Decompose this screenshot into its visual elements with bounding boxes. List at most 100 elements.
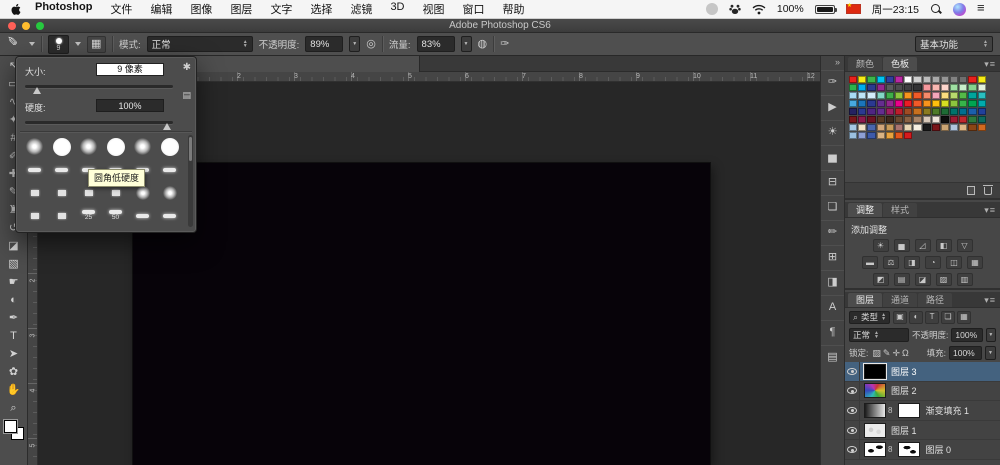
color-swatch[interactable] xyxy=(867,76,875,83)
brush-preset[interactable] xyxy=(21,204,48,227)
menubar-extra-icon[interactable] xyxy=(706,3,718,15)
blend-mode-select[interactable]: 正常 xyxy=(147,36,253,52)
wifi-icon[interactable] xyxy=(752,4,766,15)
menubar-app-icon[interactable] xyxy=(729,4,741,15)
layer-row[interactable]: 图层 2 xyxy=(845,382,1000,402)
color-swatch[interactable] xyxy=(932,116,940,123)
layer-opacity-dropdown-button[interactable] xyxy=(986,328,996,342)
color-swatch[interactable] xyxy=(941,116,949,123)
path-select-tool-icon[interactable]: ➤ xyxy=(2,345,26,363)
channel-mixer-icon[interactable]: ◫ xyxy=(946,256,962,269)
panel-menu-icon[interactable] xyxy=(984,295,996,306)
lock-paint-icon[interactable]: ✎ xyxy=(883,349,891,358)
color-swatch[interactable] xyxy=(913,116,921,123)
clone-source-panel-icon[interactable]: ❏ xyxy=(821,195,844,217)
color-swatch[interactable] xyxy=(932,100,940,107)
color-swatch[interactable] xyxy=(895,84,903,91)
notes-panel-icon[interactable]: ▤ xyxy=(821,345,844,367)
color-swatch[interactable] xyxy=(959,84,967,91)
adjust-light-panel-icon[interactable]: ☀ xyxy=(821,120,844,142)
actions-panel-icon[interactable]: ▶ xyxy=(821,95,844,117)
color-swatch[interactable] xyxy=(959,76,967,83)
color-swatch[interactable] xyxy=(932,92,940,99)
color-swatch[interactable] xyxy=(923,76,931,83)
document-canvas[interactable] xyxy=(133,163,710,465)
apple-logo-icon[interactable] xyxy=(10,3,21,16)
color-swatch[interactable] xyxy=(877,100,885,107)
menu-item-文字[interactable]: 文字 xyxy=(270,1,292,17)
eraser-tool-icon[interactable]: ◪ xyxy=(2,237,26,255)
brush-preset[interactable] xyxy=(156,135,183,158)
color-swatch[interactable] xyxy=(886,108,894,115)
eye-icon[interactable] xyxy=(847,407,857,414)
color-swatch[interactable] xyxy=(867,92,875,99)
color-swatch[interactable] xyxy=(959,116,967,123)
color-swatch[interactable] xyxy=(923,84,931,91)
panel-menu-icon[interactable] xyxy=(984,205,996,216)
menubar-clock[interactable]: 周一23:15 xyxy=(872,2,919,17)
color-swatch[interactable] xyxy=(941,92,949,99)
color-swatch[interactable] xyxy=(867,132,875,139)
menu-item-视图[interactable]: 视图 xyxy=(423,1,445,17)
type-tool-icon[interactable]: T xyxy=(2,327,26,345)
color-swatch[interactable] xyxy=(968,124,976,131)
input-source-flag-icon[interactable] xyxy=(846,4,861,14)
color-swatch[interactable] xyxy=(913,92,921,99)
new-swatch-icon[interactable] xyxy=(967,186,975,195)
menu-item-图层[interactable]: 图层 xyxy=(230,1,252,17)
color-swatch[interactable] xyxy=(904,100,912,107)
opacity-dropdown-button[interactable] xyxy=(349,36,360,52)
color-swatch[interactable] xyxy=(978,124,986,131)
brush-preset[interactable]: 50 xyxy=(102,204,129,227)
layer-visibility-cell[interactable] xyxy=(845,421,860,440)
layer-fill-field[interactable]: 100% xyxy=(949,346,982,360)
color-swatch[interactable] xyxy=(849,124,857,131)
paragraph-panel-icon[interactable]: ¶ xyxy=(821,320,844,342)
color-swatch[interactable] xyxy=(941,76,949,83)
layer-visibility-cell[interactable] xyxy=(845,440,860,459)
color-swatch[interactable] xyxy=(886,100,894,107)
flow-field[interactable]: 83% xyxy=(417,36,455,52)
layer-fill-dropdown-button[interactable] xyxy=(985,346,996,360)
color-swatch[interactable] xyxy=(867,84,875,91)
color-swatch[interactable] xyxy=(950,100,958,107)
airbrush-icon[interactable]: ◍ xyxy=(478,39,488,50)
color-swatch[interactable] xyxy=(959,92,967,99)
menu-item-选择[interactable]: 选择 xyxy=(310,1,332,17)
brush-preset[interactable] xyxy=(102,135,129,158)
color-swatch[interactable] xyxy=(867,108,875,115)
color-swatch[interactable] xyxy=(886,116,894,123)
layer-visibility-cell[interactable] xyxy=(845,382,860,401)
tab-adjustments[interactable]: 调整 xyxy=(848,203,882,217)
layer-mask-thumbnail[interactable] xyxy=(898,442,920,457)
eye-icon[interactable] xyxy=(847,368,857,375)
color-swatch[interactable] xyxy=(959,124,967,131)
color-swatch[interactable] xyxy=(959,108,967,115)
brush-panel-icon[interactable]: ✏ xyxy=(821,220,844,242)
layer-thumbnail[interactable] xyxy=(864,383,886,398)
color-swatch[interactable] xyxy=(932,76,940,83)
brush-picker-caret-icon[interactable] xyxy=(75,42,81,46)
color-swatch[interactable] xyxy=(867,100,875,107)
info-panel-icon[interactable]: ⊟ xyxy=(821,170,844,192)
color-swatch[interactable] xyxy=(858,108,866,115)
color-swatch[interactable] xyxy=(950,124,958,131)
flow-dropdown-button[interactable] xyxy=(461,36,472,52)
color-swatch[interactable] xyxy=(895,116,903,123)
hand-tool-icon[interactable]: ✋ xyxy=(2,381,26,399)
layer-row[interactable]: 渐变填充 1 xyxy=(845,401,1000,421)
zoom-window-button[interactable] xyxy=(36,22,44,30)
color-swatch[interactable] xyxy=(895,108,903,115)
color-swatch[interactable] xyxy=(941,100,949,107)
eye-icon[interactable] xyxy=(847,387,857,394)
menu-item-编辑[interactable]: 编辑 xyxy=(150,1,172,17)
dodge-tool-icon[interactable]: ◐ xyxy=(2,291,26,309)
color-swatch[interactable] xyxy=(950,116,958,123)
tool-preset-caret-icon[interactable] xyxy=(29,42,35,46)
brush-preset[interactable] xyxy=(75,135,102,158)
brush-preset[interactable] xyxy=(21,181,48,204)
color-swatch[interactable] xyxy=(849,84,857,91)
color-swatch[interactable] xyxy=(877,116,885,123)
color-swatch[interactable] xyxy=(849,116,857,123)
pressure-opacity-icon[interactable]: ◎ xyxy=(366,39,376,50)
